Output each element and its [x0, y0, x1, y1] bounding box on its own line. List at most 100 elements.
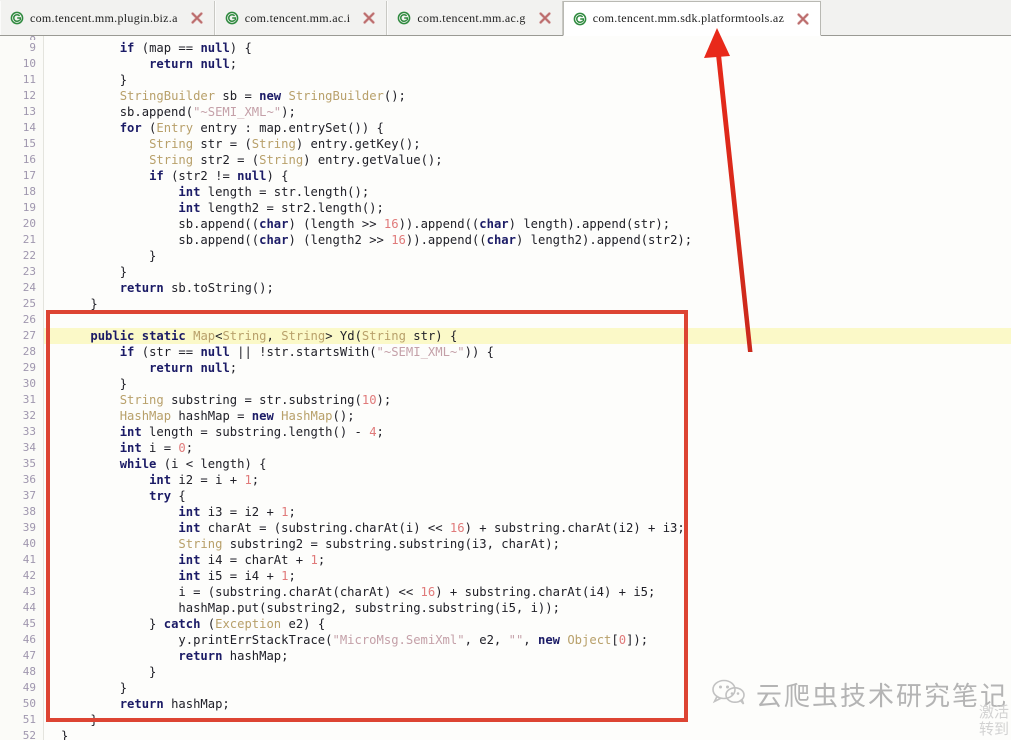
close-x-icon[interactable] — [190, 11, 204, 25]
code-line[interactable]: try { — [44, 488, 1011, 504]
line-number: 18 — [22, 185, 36, 198]
code-line[interactable]: String substring = str.substring(10); — [44, 392, 1011, 408]
line-number: 25 — [22, 297, 36, 310]
code-editor[interactable]: 8910111213141516171819202122232425262728… — [0, 36, 1011, 740]
code-line[interactable]: } — [44, 712, 1011, 728]
code-line[interactable]: if (str == null || !str.startsWith("~SEM… — [44, 344, 1011, 360]
code-line[interactable]: String str = (String) entry.getKey(); — [44, 136, 1011, 152]
line-number: 32 — [22, 409, 36, 422]
line-number: 21 — [22, 233, 36, 246]
line-number: 38 — [22, 505, 36, 518]
code-line[interactable]: } — [44, 680, 1011, 696]
code-line[interactable]: y.printErrStackTrace("MicroMsg.SemiXml",… — [44, 632, 1011, 648]
editor-tab-2[interactable]: com.tencent.mm.ac.g — [387, 1, 563, 35]
java-class-icon — [397, 11, 411, 25]
line-number: 16 — [22, 153, 36, 166]
line-number: 23 — [22, 265, 36, 278]
code-content-area[interactable]: if (map == null) { return null; } String… — [44, 36, 1011, 740]
code-line[interactable]: HashMap hashMap = new HashMap(); — [44, 408, 1011, 424]
line-number: 20 — [22, 217, 36, 230]
code-line[interactable]: while (i < length) { — [44, 456, 1011, 472]
java-class-icon — [10, 11, 24, 25]
code-line[interactable]: return hashMap; — [44, 648, 1011, 664]
line-number: 14 — [22, 121, 36, 134]
line-number: 49 — [22, 681, 36, 694]
line-number: 13 — [22, 105, 36, 118]
line-number: 44 — [22, 601, 36, 614]
code-line[interactable]: int length = substring.length() - 4; — [44, 424, 1011, 440]
close-x-icon[interactable] — [796, 12, 810, 26]
code-line[interactable]: } — [44, 72, 1011, 88]
code-line[interactable]: String str2 = (String) entry.getValue(); — [44, 152, 1011, 168]
code-line[interactable]: public static Map<String, String> Yd(Str… — [44, 328, 1011, 344]
line-number: 34 — [22, 441, 36, 454]
code-line[interactable]: int length = str.length(); — [44, 184, 1011, 200]
close-x-icon[interactable] — [362, 11, 376, 25]
line-number: 52 — [22, 729, 36, 740]
line-number: 9 — [29, 41, 36, 54]
editor-tab-0[interactable]: com.tencent.mm.plugin.biz.a — [0, 1, 215, 35]
editor-tab-label: com.tencent.mm.ac.g — [417, 10, 526, 25]
line-number: 37 — [22, 489, 36, 502]
code-line[interactable] — [44, 312, 1011, 328]
line-number: 48 — [22, 665, 36, 678]
code-line[interactable]: } — [44, 296, 1011, 312]
line-number: 26 — [22, 313, 36, 326]
code-line[interactable]: return null; — [44, 360, 1011, 376]
code-line[interactable]: int i4 = charAt + 1; — [44, 552, 1011, 568]
editor-tab-bar: com.tencent.mm.plugin.biz.a com.tencent.m… — [0, 0, 1011, 36]
code-line[interactable]: if (map == null) { — [44, 40, 1011, 56]
editor-tab-label: com.tencent.mm.plugin.biz.a — [30, 10, 178, 25]
code-line[interactable]: StringBuilder sb = new StringBuilder(); — [44, 88, 1011, 104]
code-line[interactable]: int i2 = i + 1; — [44, 472, 1011, 488]
code-line[interactable]: } — [44, 376, 1011, 392]
line-number: 12 — [22, 89, 36, 102]
code-line[interactable]: sb.append("~SEMI_XML~"); — [44, 104, 1011, 120]
code-line[interactable]: } — [44, 248, 1011, 264]
code-line[interactable]: } — [44, 264, 1011, 280]
line-number: 41 — [22, 553, 36, 566]
line-number-gutter: 8910111213141516171819202122232425262728… — [0, 36, 44, 740]
code-line[interactable]: return null; — [44, 56, 1011, 72]
line-number: 17 — [22, 169, 36, 182]
line-number: 24 — [22, 281, 36, 294]
code-line[interactable]: int charAt = (substring.charAt(i) << 16)… — [44, 520, 1011, 536]
code-line[interactable]: hashMap.put(substring2, substring.substr… — [44, 600, 1011, 616]
code-line[interactable]: for (Entry entry : map.entrySet()) { — [44, 120, 1011, 136]
line-number: 43 — [22, 585, 36, 598]
line-number: 30 — [22, 377, 36, 390]
line-number: 28 — [22, 345, 36, 358]
code-line[interactable]: if (str2 != null) { — [44, 168, 1011, 184]
code-line[interactable]: return hashMap; — [44, 696, 1011, 712]
line-number: 50 — [22, 697, 36, 710]
code-line[interactable]: int i5 = i4 + 1; — [44, 568, 1011, 584]
line-number: 51 — [22, 713, 36, 726]
line-number: 11 — [22, 73, 36, 86]
java-class-icon — [225, 11, 239, 25]
close-x-icon[interactable] — [538, 11, 552, 25]
editor-tab-3[interactable]: com.tencent.mm.sdk.platformtools.az — [562, 1, 822, 36]
line-number: 42 — [22, 569, 36, 582]
code-line[interactable]: } — [44, 728, 1011, 740]
line-number: 10 — [22, 57, 36, 70]
code-line[interactable]: i = (substring.charAt(charAt) << 16) + s… — [44, 584, 1011, 600]
java-class-icon — [573, 12, 587, 26]
editor-tab-1[interactable]: com.tencent.mm.ac.i — [214, 1, 388, 35]
line-number: 45 — [22, 617, 36, 630]
line-number: 31 — [22, 393, 36, 406]
code-line[interactable]: String substring2 = substring.substring(… — [44, 536, 1011, 552]
code-line[interactable]: } — [44, 664, 1011, 680]
line-number: 36 — [22, 473, 36, 486]
code-line[interactable]: sb.append((char) (length >> 16)).append(… — [44, 216, 1011, 232]
code-line[interactable]: return sb.toString(); — [44, 280, 1011, 296]
line-number: 39 — [22, 521, 36, 534]
code-line[interactable]: int i3 = i2 + 1; — [44, 504, 1011, 520]
code-line[interactable]: } catch (Exception e2) { — [44, 616, 1011, 632]
line-number: 33 — [22, 425, 36, 438]
code-line[interactable]: sb.append((char) (length2 >> 16)).append… — [44, 232, 1011, 248]
code-line[interactable]: int length2 = str2.length(); — [44, 200, 1011, 216]
line-number: 35 — [22, 457, 36, 470]
line-number: 22 — [22, 249, 36, 262]
code-line[interactable]: int i = 0; — [44, 440, 1011, 456]
line-number: 27 — [22, 329, 36, 342]
